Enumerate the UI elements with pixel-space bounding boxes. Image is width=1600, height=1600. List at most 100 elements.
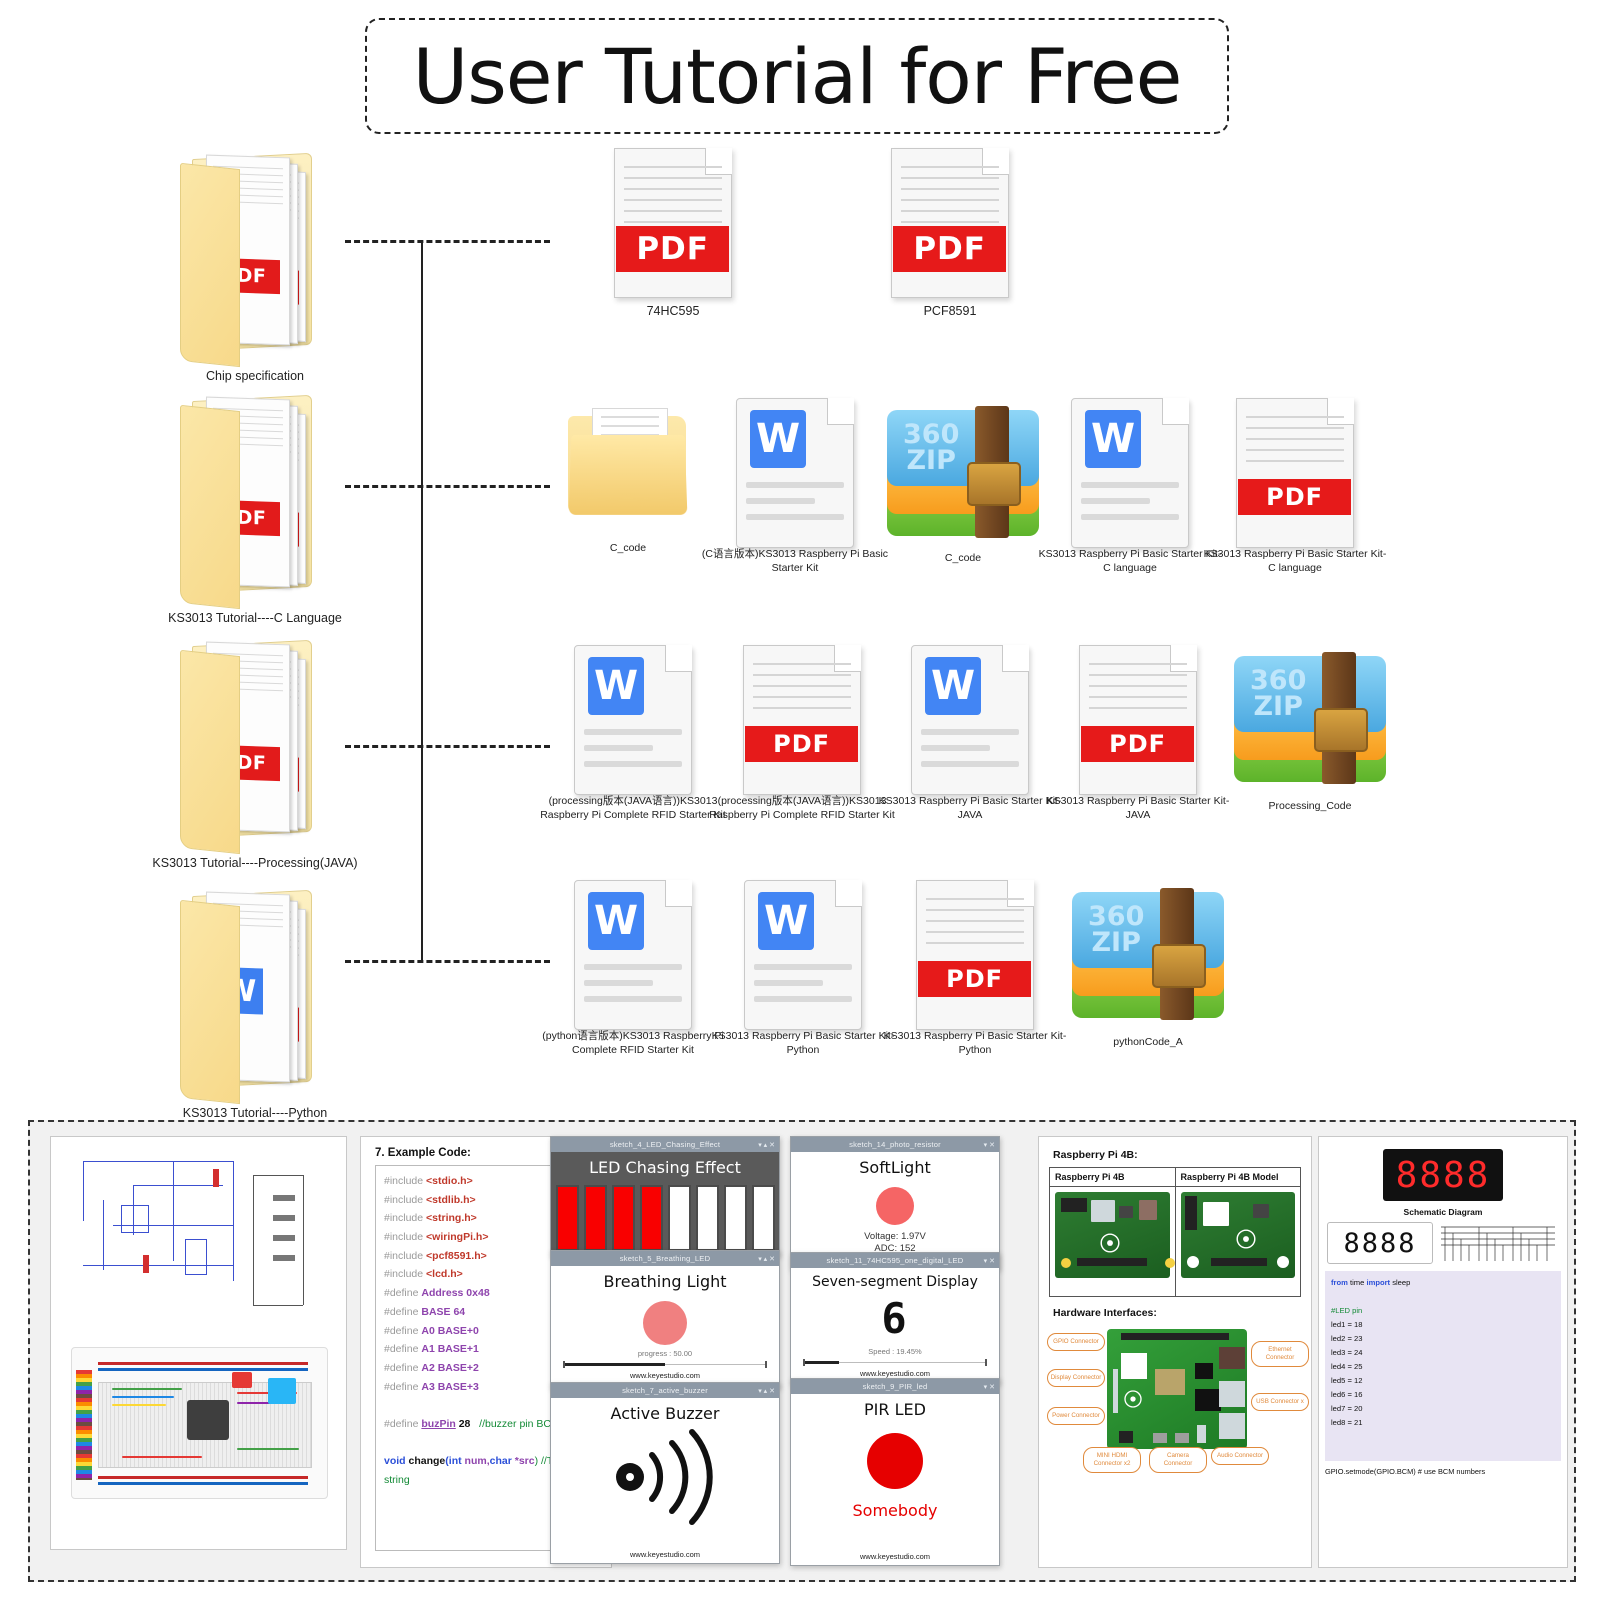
hardware-interfaces-diagram: GPIO Connector Display Connector Power C… <box>1047 1323 1309 1474</box>
file-label: KS3013 Raspberry Pi Basic Starter Kit-JA… <box>1046 795 1230 821</box>
circuit-schematic <box>73 1155 323 1325</box>
file-c-code-zip[interactable]: 360 ZIP C_code <box>868 402 1058 566</box>
window-titlebar[interactable]: sketch_11_74HC595_one_digital_LED ▾ ✕ <box>791 1253 999 1268</box>
app-title: PIR LED <box>864 1400 926 1419</box>
code-token: #define <box>384 1287 422 1300</box>
python-code-footer: GPIO.setmode(GPIO.BCM) # use BCM numbers <box>1325 1467 1486 1476</box>
pin-schematic-icon <box>1441 1226 1555 1261</box>
file-c-word-doc[interactable]: W (C语言版本)KS3013 Raspberry Pi Basic Start… <box>700 398 890 575</box>
window-led-chasing[interactable]: sketch_4_LED_Chasing_Effect ▾ ▴ ✕ LED Ch… <box>550 1136 780 1256</box>
motion-status: Somebody <box>852 1501 938 1520</box>
zip-archive-icon: 360 ZIP <box>1234 652 1386 788</box>
code-token: #define <box>384 1417 422 1430</box>
folder-label: Chip specification <box>206 369 304 383</box>
window-titlebar[interactable]: sketch_9_PIR_led ▾ ✕ <box>791 1379 999 1394</box>
zip-archive-icon: 360 ZIP <box>1072 888 1224 1024</box>
file-python-pdf[interactable]: PDF KS3013 Raspberry Pi Basic Starter Ki… <box>880 880 1070 1057</box>
motion-indicator <box>867 1433 923 1489</box>
seven-segment-sheet: 8888 Schematic Diagram 8888 from time im… <box>1318 1136 1568 1568</box>
window-title: sketch_5_Breathing_LED <box>619 1254 711 1263</box>
window-titlebar[interactable]: sketch_7_active_buzzer ▾ ▴ ✕ <box>551 1383 779 1398</box>
rpi-table: Raspberry Pi 4B Raspberry Pi 4B Model <box>1049 1167 1301 1297</box>
file-pythoncode-zip[interactable]: 360 ZIP pythonCode_A <box>1053 884 1243 1050</box>
code-token: Address 0x48 <box>421 1287 490 1300</box>
file-c-kit-word[interactable]: W KS3013 Raspberry Pi Basic Starter Kit-… <box>1035 398 1225 575</box>
file-74hc595[interactable]: PDF 74HC595 <box>578 148 768 320</box>
window-softlight[interactable]: sketch_14_photo_resistor ▾ ✕ SoftLight V… <box>790 1136 1000 1270</box>
window-titlebar[interactable]: sketch_4_LED_Chasing_Effect ▾ ▴ ✕ <box>551 1137 779 1152</box>
folder-label: KS3013 Tutorial----Processing(JAVA) <box>152 856 358 870</box>
app-title: Breathing Light <box>603 1272 727 1291</box>
callout-audio-connector: Audio Connector <box>1211 1447 1269 1466</box>
tree-trunk <box>421 240 423 960</box>
window-titlebar[interactable]: sketch_14_photo_resistor ▾ ✕ <box>791 1137 999 1152</box>
code-line: led4 = 25 <box>1331 1362 1363 1372</box>
code-token: #define <box>384 1305 422 1318</box>
app-title: SoftLight <box>859 1158 931 1177</box>
window-controls[interactable]: ▾ ✕ <box>984 1253 995 1268</box>
window-title: sketch_7_active_buzzer <box>622 1386 708 1395</box>
window-seven-segment[interactable]: sketch_11_74HC595_one_digital_LED ▾ ✕ Se… <box>790 1252 1000 1384</box>
file-python-word-2[interactable]: W KS3013 Raspberry Pi Basic Starter Kit-… <box>708 880 898 1057</box>
website-label: www.keyestudio.com <box>629 1371 701 1380</box>
rpi-board-photo <box>1180 1192 1295 1278</box>
website-label: www.keyestudio.com <box>859 1552 931 1561</box>
word-file-icon: W <box>736 398 854 548</box>
file-c-kit-pdf[interactable]: PDF KS3013 Raspberry Pi Basic Starter Ki… <box>1200 398 1390 575</box>
code-token: <pcf8591.h> <box>426 1249 487 1262</box>
callout-power-connector: Power Connector <box>1047 1407 1105 1426</box>
window-controls[interactable]: ▾ ✕ <box>984 1379 995 1394</box>
file-label: C_code <box>609 542 647 554</box>
file-java-pdf[interactable]: PDF KS3013 Raspberry Pi Basic Starter Ki… <box>1043 645 1233 822</box>
callout-gpio-connector: GPIO Connector <box>1047 1333 1105 1352</box>
file-java-word[interactable]: W KS3013 Raspberry Pi Basic Starter Kit-… <box>875 645 1065 822</box>
window-controls[interactable]: ▾ ▴ ✕ <box>758 1383 775 1398</box>
window-controls[interactable]: ▾ ▴ ✕ <box>758 1137 775 1152</box>
code-token: num, <box>464 1455 490 1468</box>
window-breathing-light[interactable]: sketch_5_Breathing_LED ▾ ▴ ✕ Breathing L… <box>550 1250 780 1388</box>
word-file-icon: W <box>744 880 862 1030</box>
file-label: pythonCode_A <box>1113 1036 1183 1048</box>
progress-slider[interactable] <box>563 1361 767 1368</box>
file-label: Processing_Code <box>1268 800 1352 812</box>
folder-processing-java[interactable]: PDF PDF PDF KS3013 Tutorial----Processin… <box>105 635 405 872</box>
code-line: led7 = 20 <box>1331 1404 1363 1414</box>
code-token: A3 BASE+3 <box>421 1380 479 1393</box>
schematic-sheet <box>50 1136 347 1550</box>
code-token: #define <box>384 1361 422 1374</box>
app-title: Seven-segment Display <box>812 1274 978 1290</box>
window-titlebar[interactable]: sketch_5_Breathing_LED ▾ ▴ ✕ <box>551 1251 779 1266</box>
window-active-buzzer[interactable]: sketch_7_active_buzzer ▾ ▴ ✕ Active Buzz… <box>550 1382 780 1564</box>
speed-slider[interactable] <box>803 1359 987 1366</box>
folder-python[interactable]: PDF PDF W KS3013 Tutorial----Python <box>105 885 405 1122</box>
file-label: (python语言版本)KS3013 Raspberry Pi Complete… <box>542 1030 724 1056</box>
file-python-word-1[interactable]: W (python语言版本)KS3013 Raspberry Pi Comple… <box>538 880 728 1057</box>
file-label: PCF8591 <box>923 304 977 318</box>
file-processing-code-zip[interactable]: 360 ZIP Processing_Code <box>1215 648 1405 814</box>
code-line: led5 = 12 <box>1331 1376 1363 1386</box>
code-token: #include <box>384 1175 427 1187</box>
window-controls[interactable]: ▾ ✕ <box>984 1137 995 1152</box>
code-token: <stdlib.h> <box>426 1193 476 1206</box>
file-pcf8591[interactable]: PDF PCF8591 <box>855 148 1045 320</box>
file-c-code-folder[interactable]: C_code <box>533 398 723 556</box>
led-bar <box>555 1185 579 1251</box>
folder-chip-specification[interactable]: PDF PDF PDF Chip specification <box>105 148 405 385</box>
code-token: change <box>408 1455 446 1468</box>
led-bar <box>695 1185 719 1251</box>
window-title: sketch_4_LED_Chasing_Effect <box>609 1140 721 1149</box>
window-pir-led[interactable]: sketch_9_PIR_led ▾ ✕ PIR LED Somebody ww… <box>790 1378 1000 1566</box>
folder-c-language[interactable]: PDF PDF PDF KS3013 Tutorial----C Languag… <box>105 390 405 627</box>
file-proc-pdf-1[interactable]: PDF (processing版本(JAVA语言))KS3013 Raspber… <box>707 645 897 822</box>
tree-branch-2 <box>345 485 550 488</box>
code-comment: #LED pin <box>1331 1306 1363 1316</box>
code-token: 28 <box>455 1417 471 1430</box>
raspberry-pi-sheet: Raspberry Pi 4B: Raspberry Pi 4B Raspber… <box>1038 1136 1312 1568</box>
file-proc-word-1[interactable]: W (processing版本(JAVA语言))KS3013 Raspberry… <box>538 645 728 822</box>
code-line: led3 = 24 <box>1331 1348 1363 1358</box>
window-controls[interactable]: ▾ ▴ ✕ <box>758 1251 775 1266</box>
website-label: www.keyestudio.com <box>629 1550 701 1559</box>
code-token: #define <box>384 1343 422 1356</box>
led-bar-row <box>551 1185 779 1251</box>
folder-label: KS3013 Tutorial----C Language <box>168 611 342 625</box>
